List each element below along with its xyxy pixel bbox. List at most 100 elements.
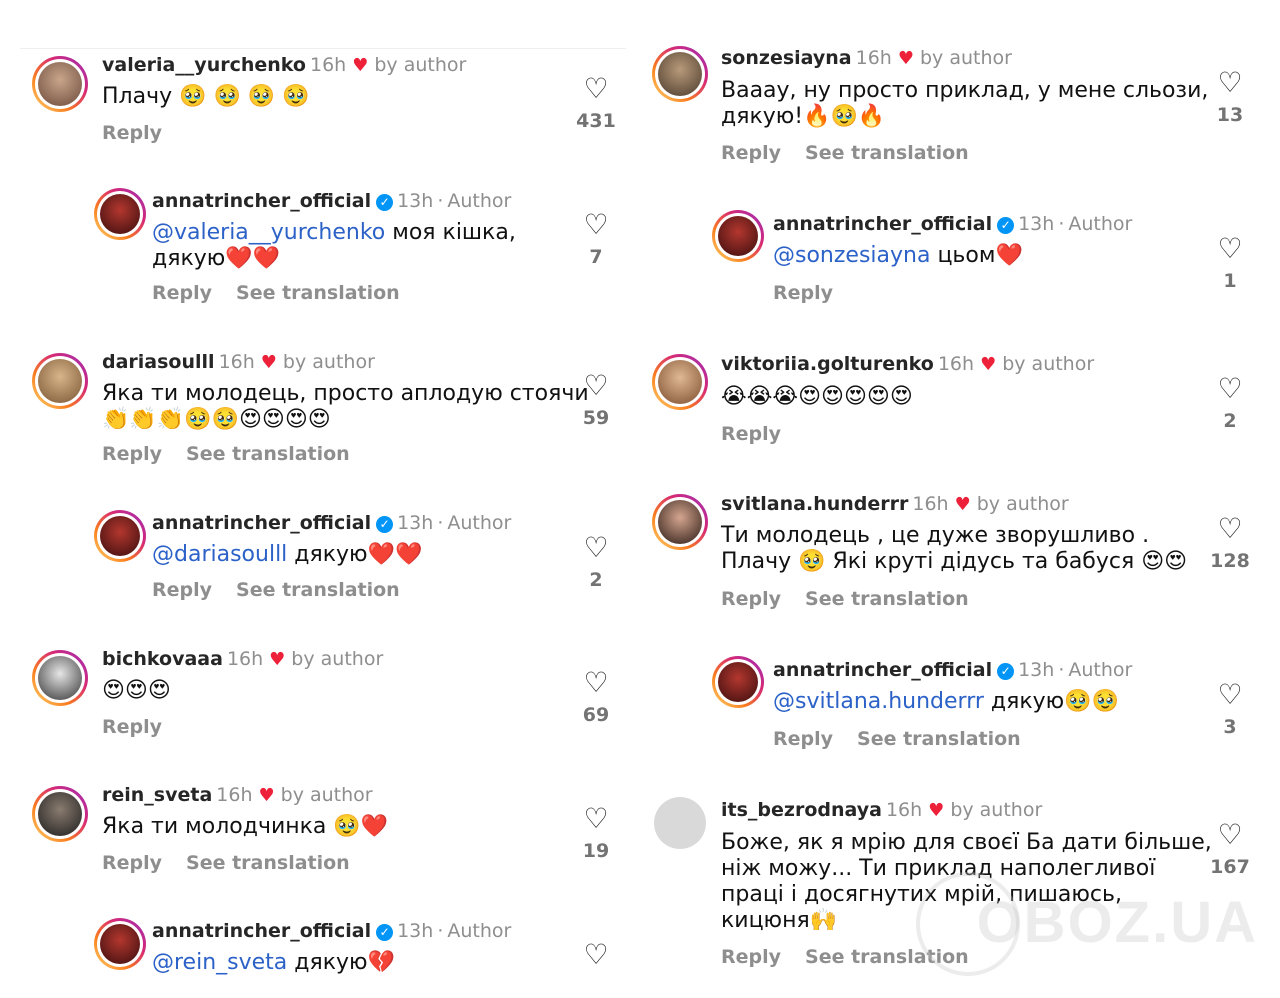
- comment-time: 13h: [397, 190, 434, 212]
- like-heart-icon[interactable]: ♡: [566, 371, 626, 401]
- comment-username[interactable]: annatrincher_official: [152, 512, 371, 534]
- mention-link[interactable]: @rein_sveta: [152, 950, 287, 975]
- author-liked-heart-icon: ♥: [980, 354, 997, 375]
- mention-link[interactable]: @valeria__yurchenko: [152, 220, 385, 245]
- see-translation-button[interactable]: See translation: [186, 443, 350, 465]
- like-heart-icon[interactable]: ♡: [1200, 680, 1260, 710]
- comment-time: 13h: [397, 512, 434, 534]
- by-author-label: by author: [280, 784, 373, 806]
- comment-time: 13h: [1018, 659, 1055, 681]
- like-count: 59: [582, 407, 610, 429]
- comment-text: @sonzesiayna цьом❤️: [773, 243, 1023, 268]
- comment-time: 13h: [1018, 213, 1055, 235]
- reply-button[interactable]: Reply: [152, 282, 212, 304]
- avatar[interactable]: [652, 46, 708, 102]
- comment-username[interactable]: viktoriia.golturenko: [721, 353, 934, 375]
- avatar[interactable]: [652, 354, 708, 410]
- comment-username[interactable]: dariasoulll: [102, 351, 215, 373]
- reply-button[interactable]: Reply: [773, 728, 833, 750]
- avatar[interactable]: [94, 188, 146, 240]
- author-liked-heart-icon: ♥: [260, 352, 277, 373]
- by-author-label: by author: [1002, 353, 1095, 375]
- comments-column-left: valeria__yurchenko 16h ♥ by author Плачу 🥹 …: [0, 0, 636, 998]
- avatar[interactable]: [94, 918, 146, 970]
- reply-button[interactable]: Reply: [102, 716, 162, 738]
- comment-text-line4: кицюня🙌: [721, 908, 838, 933]
- see-translation-button[interactable]: See translation: [186, 852, 350, 874]
- like-heart-icon[interactable]: ♡: [566, 210, 626, 240]
- comment-text: 😍😍😍: [102, 678, 171, 703]
- comment-username[interactable]: annatrincher_official: [152, 190, 371, 212]
- comment-username[interactable]: annatrincher_official: [773, 659, 992, 681]
- comment-time: 16h: [216, 784, 253, 806]
- avatar[interactable]: [32, 353, 88, 409]
- author-liked-heart-icon: ♥: [928, 800, 945, 821]
- comment-username[interactable]: valeria__yurchenko: [102, 54, 306, 76]
- like-heart-icon[interactable]: ♡: [566, 804, 626, 834]
- see-translation-button[interactable]: See translation: [857, 728, 1021, 750]
- author-label: Author: [1068, 213, 1133, 235]
- avatar[interactable]: [652, 494, 708, 550]
- reply-button[interactable]: Reply: [773, 282, 833, 304]
- like-heart-icon[interactable]: ♡: [1200, 234, 1260, 264]
- reply-button[interactable]: Reply: [102, 443, 162, 465]
- comment-username[interactable]: sonzesiayna: [721, 47, 852, 69]
- comment-username[interactable]: bichkovaaa: [102, 648, 223, 670]
- verified-badge-icon: ✓: [376, 924, 394, 941]
- comment-time: 13h: [397, 920, 434, 942]
- like-heart-icon[interactable]: ♡: [1200, 514, 1260, 544]
- by-author-label: by author: [976, 493, 1069, 515]
- like-heart-icon[interactable]: ♡: [566, 940, 626, 970]
- reply-button[interactable]: Reply: [721, 946, 781, 968]
- avatar[interactable]: [94, 510, 146, 562]
- comment-username[interactable]: its_bezrodnaya: [721, 799, 882, 821]
- verified-badge-icon: ✓: [376, 194, 394, 211]
- like-heart-icon[interactable]: ♡: [1200, 68, 1260, 98]
- author-liked-heart-icon: ♥: [897, 48, 914, 69]
- comment-text: @valeria__yurchenko моя кішка,: [152, 220, 516, 245]
- see-translation-button[interactable]: See translation: [805, 588, 969, 610]
- avatar[interactable]: [32, 56, 88, 112]
- avatar[interactable]: [654, 797, 706, 849]
- verified-badge-icon: ✓: [997, 663, 1015, 680]
- reply-button[interactable]: Reply: [102, 852, 162, 874]
- like-heart-icon[interactable]: ♡: [1200, 374, 1260, 404]
- comment-time: 16h: [937, 353, 975, 375]
- comment-username[interactable]: rein_sveta: [102, 784, 212, 806]
- by-author-label: by author: [291, 648, 384, 670]
- comment-username[interactable]: annatrincher_official: [773, 213, 992, 235]
- comment-time: 16h: [226, 648, 264, 670]
- comment-text: Вааау, ну просто приклад, у мене сльози,: [721, 78, 1209, 103]
- mention-link[interactable]: @svitlana.hunderrr: [773, 689, 984, 714]
- like-heart-icon[interactable]: ♡: [566, 533, 626, 563]
- reply-button[interactable]: Reply: [102, 122, 162, 144]
- verified-badge-icon: ✓: [997, 217, 1015, 234]
- avatar[interactable]: [32, 786, 88, 842]
- see-translation-button[interactable]: See translation: [805, 142, 969, 164]
- author-label: Author: [1068, 659, 1133, 681]
- reply-button[interactable]: Reply: [152, 579, 212, 601]
- comment-text: 😭😭😭😍😍😍😍😍: [721, 384, 913, 409]
- mention-link[interactable]: @sonzesiayna: [773, 243, 930, 268]
- avatar[interactable]: [32, 650, 88, 706]
- like-heart-icon[interactable]: ♡: [1200, 820, 1260, 850]
- comment-text-line2: ніж можу... Ти приклад наполегливої: [721, 856, 1156, 881]
- see-translation-button[interactable]: See translation: [236, 282, 400, 304]
- like-heart-icon[interactable]: ♡: [566, 668, 626, 698]
- like-count: 2: [1223, 410, 1237, 432]
- like-heart-icon[interactable]: ♡: [566, 74, 626, 104]
- reply-button[interactable]: Reply: [721, 588, 781, 610]
- see-translation-button[interactable]: See translation: [236, 579, 400, 601]
- reply-button[interactable]: Reply: [721, 423, 781, 445]
- author-label: Author: [447, 512, 512, 534]
- verified-badge-icon: ✓: [376, 516, 394, 533]
- avatar[interactable]: [712, 656, 764, 708]
- mention-link[interactable]: @dariasoulll: [152, 542, 287, 567]
- avatar[interactable]: [712, 210, 764, 262]
- reply-button[interactable]: Reply: [721, 142, 781, 164]
- comment-text-line2: 👏👏👏🥹🥹😍😍😍😍: [102, 407, 331, 432]
- author-label: Author: [447, 190, 512, 212]
- comment-username[interactable]: annatrincher_official: [152, 920, 371, 942]
- like-count: 3: [1223, 716, 1237, 738]
- comment-username[interactable]: svitlana.hunderrr: [721, 493, 908, 515]
